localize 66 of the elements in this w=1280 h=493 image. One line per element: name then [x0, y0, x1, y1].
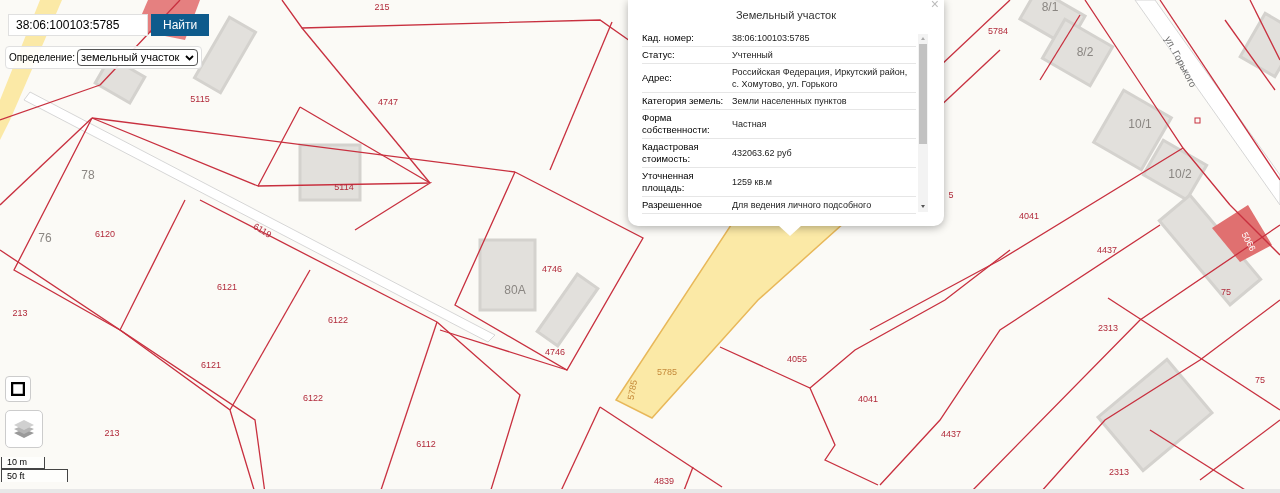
search-button[interactable]: Найти [151, 14, 210, 36]
parcel-number: 6121 [201, 360, 221, 371]
field-label: Категория земель: [642, 95, 725, 107]
parcel-number: 75 [1255, 375, 1265, 386]
parcel-number: 5 [948, 190, 954, 201]
parcel-number: 6122 [328, 315, 348, 326]
parcel-number: 213 [104, 428, 120, 439]
parcel-number: 4437 [1097, 245, 1117, 256]
parcel-number: 6119 [251, 221, 274, 240]
field-label: Адрес: [642, 72, 673, 84]
definition-label: Определение: [9, 51, 75, 65]
house-number: 10/2 [1168, 167, 1192, 182]
parcel-number: 6122 [303, 393, 323, 404]
house-number: 78 [81, 168, 95, 183]
parcel-number: 6121 [217, 282, 237, 293]
field-label: Уточненная площадь: [642, 170, 695, 194]
field-value: 38:06:100103:5785 [732, 32, 811, 44]
popup-title: Земельный участок [734, 10, 838, 21]
parcel-number: 5066 [1239, 230, 1258, 253]
house-number: 8/1 [1041, 0, 1059, 15]
parcel-number: 4746 [542, 264, 562, 275]
house-number: 76 [38, 231, 52, 246]
parcel-number: 2313 [1098, 323, 1118, 334]
building-shape [298, 143, 362, 202]
parcel-number: 4746 [545, 347, 565, 358]
parcel-number: 215 [374, 2, 390, 13]
field-value: Учтенный [732, 49, 774, 61]
parcel-number: 6112 [416, 439, 436, 450]
field-value: 432063.62 руб [732, 147, 793, 159]
parcel-number: 5784 [988, 26, 1008, 37]
parcel-number: 4839 [654, 476, 674, 487]
field-label: Кад. номер: [642, 32, 695, 44]
parcel-number: 75 [1221, 287, 1231, 298]
parcel-number: 213 [12, 308, 28, 319]
parcel-number: 4437 [941, 429, 961, 440]
fullscreen-button[interactable] [5, 376, 31, 402]
field-value: 1259 кв.м [732, 176, 773, 188]
parcel-number: 4747 [378, 97, 398, 108]
marker-icon [1194, 117, 1201, 124]
scale-imperial: 50 ft [1, 469, 68, 482]
field-value: Земли населенных пунктов [732, 95, 848, 107]
parcel-number: 5785 [625, 379, 640, 401]
definition-select[interactable]: земельный участок [77, 49, 199, 66]
field-label: Разрешенное [642, 199, 704, 211]
scale-metric: 10 m [1, 457, 45, 469]
layers-icon [13, 419, 35, 439]
parcel-number: 5114 [334, 182, 354, 193]
house-number: 80А [504, 283, 526, 298]
house-number: 8/2 [1076, 45, 1094, 60]
layers-button[interactable] [5, 410, 43, 448]
parcel-number: 5785 [657, 367, 677, 378]
chevron-icon [185, 54, 195, 61]
field-label: Форма собственности: [642, 112, 711, 136]
field-label: Статус: [642, 49, 676, 61]
field-value: Для ведения личного подсобного [732, 199, 873, 211]
parcel-number: 5115 [190, 94, 210, 105]
house-number: 10/1 [1128, 117, 1152, 132]
parcel-number: 2313 [1109, 467, 1129, 478]
search-field[interactable]: 38:06:100103:5785 [8, 14, 148, 36]
parcel-number: 4041 [858, 394, 878, 405]
parcel-number: 4041 [1019, 211, 1039, 222]
parcel-number: 4055 [787, 354, 807, 365]
field-value: Частная [732, 118, 768, 130]
field-label: Кадастровая стоимость: [642, 141, 700, 165]
field-value: Российская Федерация, Иркутский район, с. Хомутово, ул. Горького [732, 66, 909, 90]
parcel-number: 6120 [95, 229, 115, 240]
